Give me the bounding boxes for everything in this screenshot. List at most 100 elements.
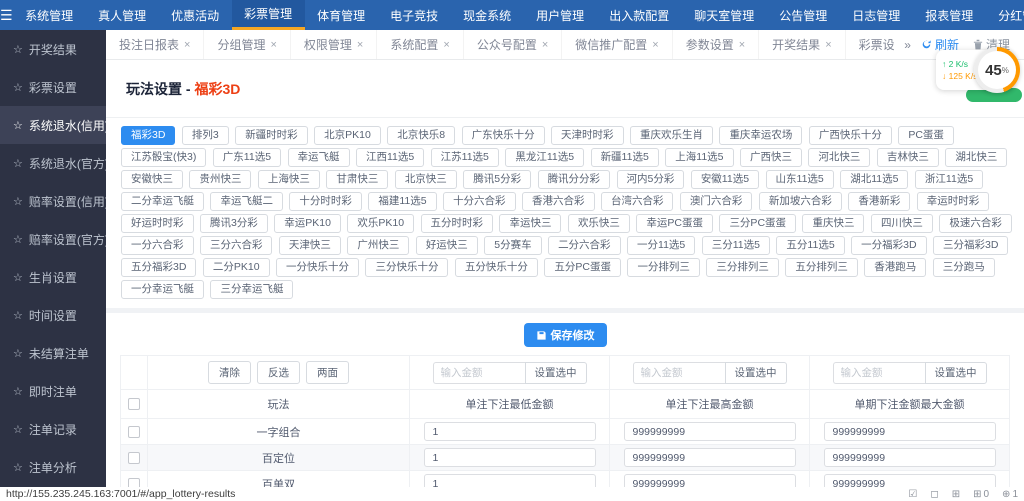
lottery-type-button[interactable]: 上海快三 (257, 169, 320, 189)
tab[interactable]: 参数设置 × (673, 30, 760, 59)
sidebar-item[interactable]: ☆ 即时注单 (0, 372, 106, 410)
sidebar-item[interactable]: ☆ 开奖结果 (0, 30, 106, 68)
lottery-type-button[interactable]: 一分六合彩 (121, 235, 194, 255)
lottery-type-button[interactable]: 贵州快三 (189, 169, 252, 189)
row-checkbox[interactable] (128, 425, 140, 438)
sidebar-item[interactable]: ☆ 彩票输赢记录 (0, 486, 106, 487)
tab[interactable]: 微信推广配置 × (562, 30, 673, 59)
top-nav-item[interactable]: 真人管理 (86, 0, 159, 30)
lottery-type-button[interactable]: 河内5分彩 (616, 169, 685, 189)
lottery-type-button[interactable]: 一分排列三 (627, 257, 700, 277)
lottery-type-button[interactable]: 一分福彩3D (851, 235, 927, 255)
sidebar-item[interactable]: ☆ 彩票设置 (0, 68, 106, 106)
lottery-type-button[interactable]: 幸运PC蛋蛋 (636, 213, 713, 233)
top-nav-item[interactable]: 现金系统 (451, 0, 524, 30)
max-amount-set-selected-button[interactable]: 设置选中 (724, 361, 787, 384)
lottery-type-button[interactable]: 湖北快三 (945, 147, 1008, 167)
tab[interactable]: 系统配置 × (377, 30, 464, 59)
lottery-type-button[interactable]: 广西快乐十分 (808, 125, 892, 145)
lottery-type-button[interactable]: 四川快三 (870, 213, 933, 233)
max-amount-input[interactable] (623, 448, 796, 467)
top-nav-item[interactable]: 聊天室管理 (682, 0, 767, 30)
lottery-type-button[interactable]: 上海11选5 (665, 147, 734, 167)
period-amount-set-selected-button[interactable]: 设置选中 (924, 361, 987, 384)
two-side-button[interactable]: 两面 (306, 361, 349, 384)
lottery-type-button[interactable]: 新疆时时彩 (235, 125, 308, 145)
row-checkbox[interactable] (128, 451, 140, 464)
tab[interactable]: 开奖结果 × (759, 30, 846, 59)
tab[interactable]: 公众号配置 × (464, 30, 563, 59)
lottery-type-button[interactable]: 极速六合彩 (939, 213, 1012, 233)
lottery-type-button[interactable]: 香港新彩 (848, 191, 911, 211)
sidebar-item[interactable]: ☆ 注单记录 (0, 410, 106, 448)
lottery-type-button[interactable]: 重庆幸运农场 (719, 125, 803, 145)
lottery-type-button[interactable]: 安徽11选5 (690, 169, 760, 189)
lottery-type-button[interactable]: 山东11选5 (765, 169, 834, 189)
lottery-type-button[interactable]: 一分快乐十分 (276, 257, 360, 277)
lottery-type-button[interactable]: 三分跑马 (932, 257, 995, 277)
lottery-type-button[interactable]: 幸运时时彩 (916, 191, 990, 211)
tab-close-icon[interactable]: × (739, 39, 745, 51)
tab-overflow-icon[interactable]: » (894, 30, 921, 59)
sidebar-item[interactable]: ☆ 系统退水(信用) (0, 106, 106, 144)
counter-b[interactable]: ⊕ 1 (1002, 489, 1018, 500)
tab[interactable]: 权限管理 × (291, 30, 378, 59)
clear-button[interactable]: 清除 (208, 361, 251, 384)
select-all-checkbox[interactable] (128, 398, 140, 411)
lottery-type-button[interactable]: 香港跑马 (864, 257, 927, 277)
lottery-type-button[interactable]: 幸运快三 (499, 213, 562, 233)
lottery-type-button[interactable]: 腾讯3分彩 (199, 213, 268, 233)
lottery-type-button[interactable]: 广东快乐十分 (461, 125, 545, 145)
lottery-type-button[interactable]: 广东11选5 (212, 147, 282, 167)
lottery-type-button[interactable]: 一分幸运飞艇 (121, 279, 204, 299)
min-amount-set-selected-button[interactable]: 设置选中 (524, 361, 587, 384)
lottery-type-button[interactable]: 江西11选5 (355, 147, 425, 167)
period-max-amount-input[interactable] (823, 422, 996, 441)
lottery-type-button[interactable]: 安徽快三 (121, 169, 183, 189)
lottery-type-button[interactable]: 欢乐快三 (567, 213, 630, 233)
top-nav-item[interactable]: 公告管理 (767, 0, 840, 30)
sidebar-item[interactable]: ☆ 系统退水(官方) (0, 144, 106, 182)
lottery-type-button[interactable]: 二分幸运飞艇 (121, 191, 204, 211)
system-monitor-widget[interactable]: ↑ 2 K/s ↓ 125 K/s 45% (936, 47, 1020, 93)
row-checkbox[interactable] (128, 477, 140, 487)
lottery-type-button[interactable]: 北京PK10 (314, 125, 381, 145)
lottery-type-button[interactable]: 重庆欢乐生肖 (629, 125, 713, 145)
top-nav-item[interactable]: 优惠活动 (159, 0, 232, 30)
lottery-type-button[interactable]: 江苏骰宝(快3) (121, 147, 207, 167)
lottery-type-button[interactable]: 二分六合彩 (548, 235, 621, 255)
period-max-amount-input[interactable] (823, 474, 996, 487)
lottery-type-button[interactable]: 香港六合彩 (522, 191, 595, 211)
window-icon[interactable]: ◻ (930, 489, 938, 500)
lottery-type-button[interactable]: 三分PC蛋蛋 (719, 213, 797, 233)
grid-icon[interactable]: ⊞ (952, 489, 960, 500)
top-nav-item[interactable]: 体育管理 (305, 0, 378, 30)
lottery-type-button[interactable]: 三分六合彩 (199, 235, 273, 255)
lottery-type-button[interactable]: 三分11选5 (701, 235, 770, 255)
lottery-type-button[interactable]: 三分快乐十分 (365, 257, 449, 277)
lottery-type-button[interactable]: 五分时时彩 (420, 213, 494, 233)
top-nav-item[interactable]: 日志管理 (840, 0, 913, 30)
lottery-type-button[interactable]: 新疆11选5 (590, 147, 659, 167)
min-amount-input[interactable] (423, 474, 596, 487)
invert-selection-button[interactable]: 反选 (257, 361, 300, 384)
lottery-type-button[interactable]: 腾讯分分彩 (537, 169, 611, 189)
top-nav-item[interactable]: 用户管理 (524, 0, 597, 30)
min-amount-bulk-input[interactable] (432, 361, 525, 384)
lottery-type-button[interactable]: 重庆快三 (802, 213, 865, 233)
tab-close-icon[interactable]: × (652, 39, 658, 51)
tab[interactable]: 彩票设置 × (846, 30, 895, 59)
sidebar-item[interactable]: ☆ 时间设置 (0, 296, 106, 334)
lottery-type-button[interactable]: 欢乐PK10 (347, 213, 415, 233)
lottery-type-button[interactable]: 河北快三 (808, 147, 871, 167)
lottery-type-button[interactable]: 甘肃快三 (326, 169, 389, 189)
tab-close-icon[interactable]: × (825, 39, 831, 51)
lottery-type-button[interactable]: 幸运飞艇 (287, 147, 350, 167)
lottery-type-button[interactable]: 三分福彩3D (933, 235, 1009, 255)
tab-close-icon[interactable]: × (542, 39, 548, 51)
sidebar-item[interactable]: ☆ 注单分析 (0, 448, 106, 486)
lottery-type-button[interactable]: 三分排列三 (706, 257, 779, 277)
tab-close-icon[interactable]: × (184, 39, 190, 51)
lottery-type-button[interactable]: 广州快三 (347, 235, 410, 255)
max-amount-input[interactable] (623, 422, 796, 441)
